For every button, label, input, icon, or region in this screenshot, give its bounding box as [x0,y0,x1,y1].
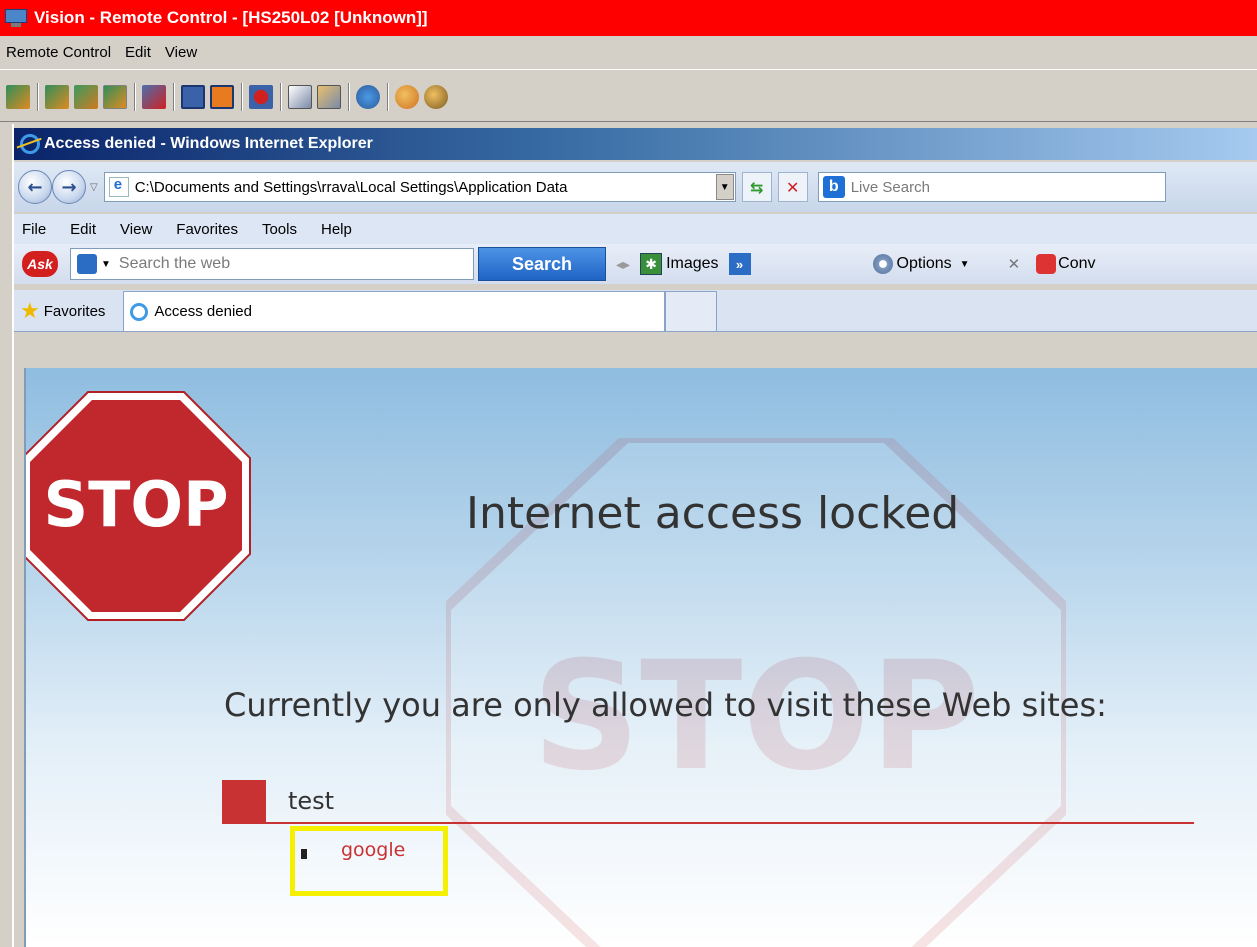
images-icon: ✱ [640,253,663,275]
window-icon[interactable] [210,84,234,109]
gear-icon [872,254,893,274]
ie-page-icon [130,302,149,321]
category-row: test [222,780,1194,824]
ask-toolbar: Ask ▼ Search the web Search ◂▸ ✱ Images … [14,244,1257,284]
category-label: test [288,787,335,815]
ask-search-placeholder: Search the web [118,255,231,272]
view-all-icon[interactable] [45,84,69,109]
view-icon[interactable] [6,84,30,109]
ask-logo[interactable]: Ask [22,251,58,277]
address-toolbar: ← → ▽ C:\Documents and Settings\rrava\Lo… [14,162,1257,212]
back-button[interactable]: ← [18,170,52,204]
options-label: Options [896,255,952,272]
menu-tools[interactable]: Tools [262,221,297,238]
monitor-icon [4,7,28,29]
allowed-site-link[interactable]: google [341,839,405,861]
favorites-label: Favorites [43,302,106,320]
refresh-button[interactable]: ⇆ [741,172,772,202]
convert-button[interactable]: Conv [1036,254,1096,274]
live-search-placeholder: Live Search [850,178,930,196]
live-search-input[interactable]: b Live Search [817,172,1166,202]
toolbar-separator [241,82,243,111]
toolbar-separator [348,82,350,111]
chevron-down-icon: ▼ [719,181,730,193]
remote-control-title-bar: Vision - Remote Control - [HS250L02 [Unk… [0,0,1257,36]
favorites-bar: ★ Favorites Access denied [14,290,1257,332]
page-content: STOP STOP Internet access locked Current… [24,368,1257,947]
remote-control-toolbar [0,72,1257,122]
fullscreen-icon[interactable] [181,84,205,109]
menu-edit[interactable]: Edit [70,221,96,238]
connect-icon[interactable] [356,84,380,109]
disconnect-icon[interactable] [142,84,166,109]
address-text[interactable]: C:\Documents and Settings\rrava\Local Se… [135,179,716,196]
toolbar-separator [387,82,389,111]
arrow-left-icon: ← [27,176,43,198]
close-icon[interactable]: ✕ [1008,255,1021,273]
tab-access-denied[interactable]: Access denied [123,291,666,331]
menu-help[interactable]: Help [321,221,352,238]
menu-view[interactable]: View [165,44,197,61]
toolbar-separator [37,82,39,111]
allowed-site-item: google [290,826,448,896]
stop-sign-icon: STOP [26,391,251,621]
menu-edit[interactable]: Edit [125,44,151,61]
allowed-sites-heading: Currently you are only allowed to visit … [224,686,1107,724]
chat-icon[interactable] [395,84,419,109]
paste-icon[interactable] [317,84,341,109]
menu-favorites[interactable]: Favorites [176,221,238,238]
copy-icon[interactable] [288,84,312,109]
grid-icon[interactable] [74,84,98,109]
close-icon: ✕ [786,177,800,197]
ask-search-input[interactable]: ▼ Search the web [70,248,474,280]
history-dropdown-icon[interactable]: ▽ [90,182,98,193]
toolbar-grip-icon: ◂▸ [616,255,631,272]
address-dropdown-button[interactable]: ▼ [715,174,734,200]
new-tab-button[interactable] [665,291,718,331]
star-icon: ★ [20,298,40,323]
toolbar-separator [134,82,136,111]
stop-sign-text: STOP [43,468,228,541]
remote-control-menu-bar: Remote Control Edit View [0,36,1257,70]
convert-label: Conv [1058,255,1096,272]
menu-remote-control[interactable]: Remote Control [6,44,111,61]
ie-title-bar: Access denied - Windows Internet Explore… [14,128,1257,160]
arrow-right-icon: → [61,176,77,198]
category-marker [222,780,266,822]
tab-label: Access denied [154,303,252,320]
menu-file[interactable]: File [22,221,46,238]
ask-search-button[interactable]: Search [478,247,606,281]
refresh-icon: ⇆ [750,177,764,197]
images-button[interactable]: Images [666,255,718,273]
options-button[interactable]: Options ▼ [872,254,970,274]
menu-view[interactable]: View [120,221,152,238]
pressed-icon[interactable] [103,84,127,109]
record-icon[interactable] [249,84,273,109]
convert-icon [1036,254,1057,274]
bullet-icon [301,849,307,859]
page-title: Internet access locked [466,488,960,539]
favorites-button[interactable]: ★ Favorites [20,291,105,331]
page-icon [108,176,129,197]
ie-logo-icon [20,134,40,154]
toolbar-separator [280,82,282,111]
toolbar-separator [173,82,175,111]
ie-window-title: Access denied - Windows Internet Explore… [44,135,373,152]
chevron-down-icon: ▼ [959,258,970,270]
live-search-icon: b [822,176,845,198]
forward-button[interactable]: → [52,170,86,204]
chevron-right-icon[interactable]: » [728,253,751,275]
stop-button[interactable]: ✕ [777,172,808,202]
address-bar[interactable]: C:\Documents and Settings\rrava\Local Se… [103,172,736,202]
key-icon[interactable] [424,84,448,109]
globe-icon [77,254,97,274]
search-engine-dropdown-icon[interactable]: ▼ [101,259,111,270]
window-title: Vision - Remote Control - [HS250L02 [Unk… [34,8,428,27]
ie-menu-bar: File Edit View Favorites Tools Help [14,214,1257,244]
